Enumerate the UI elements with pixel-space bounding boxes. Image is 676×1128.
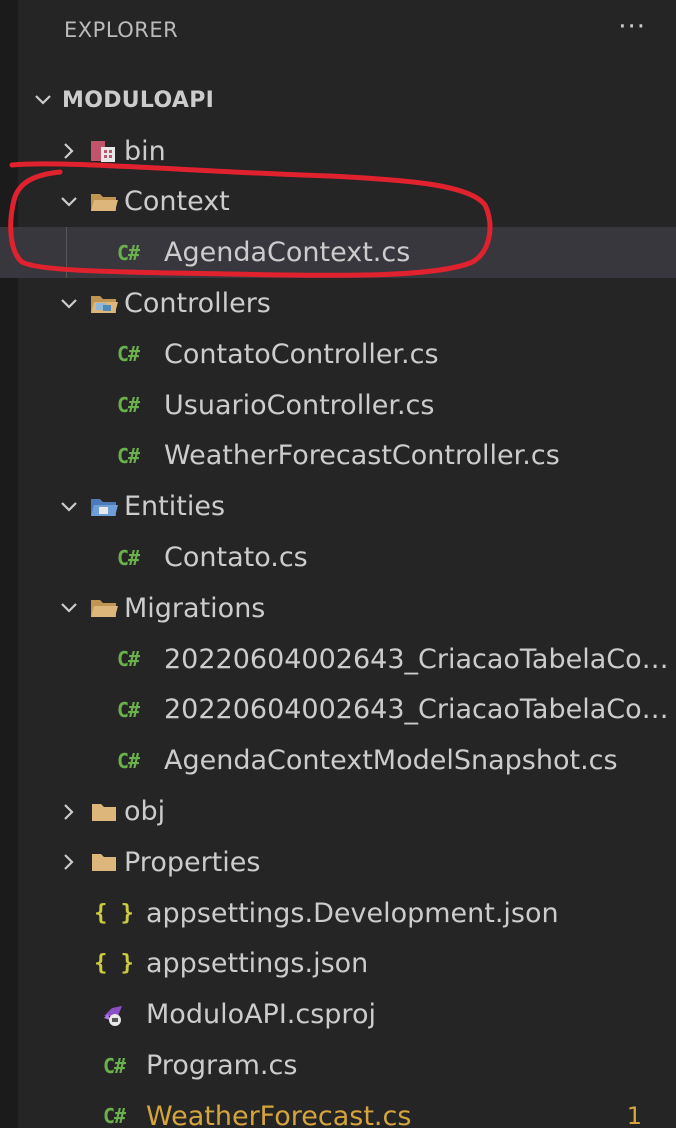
csharp-file-icon: C# (116, 393, 140, 418)
entities-folder-icon (84, 495, 124, 519)
bin-folder-icon (84, 138, 124, 164)
folder-label: Properties (124, 846, 261, 878)
file-label: 20220604002643_CriacaoTabelaCont... (164, 694, 676, 726)
file-label: WeatherForecastController.cs (164, 440, 560, 472)
root-folder-label: MODULOAPI (62, 87, 215, 113)
csharp-file-icon: C# (116, 443, 140, 468)
chevron-down-icon (54, 602, 84, 614)
folder-label: Context (124, 186, 230, 218)
file-program[interactable]: C# Program.cs (0, 1040, 676, 1091)
folder-open-icon (84, 190, 124, 214)
file-label: appsettings.Development.json (146, 897, 559, 929)
explorer-panel: EXPLORER ··· MODULOAPI bin Context C# Ag… (0, 0, 676, 1128)
csproj-file-icon (94, 1002, 134, 1028)
json-file-icon: { } (94, 951, 134, 977)
file-label: appsettings.json (146, 948, 369, 980)
file-label: AgendaContextModelSnapshot.cs (164, 745, 618, 777)
file-label: ContatoController.cs (164, 338, 439, 370)
file-label: AgendaContext.cs (164, 237, 411, 269)
folder-label: Entities (124, 491, 226, 523)
tree-root-moduloapi[interactable]: MODULOAPI (0, 75, 676, 126)
folder-bin[interactable]: bin (0, 126, 676, 177)
file-migration-1[interactable]: C# 20220604002643_CriacaoTabelaCont... (0, 634, 676, 685)
folder-entities[interactable]: Entities (0, 481, 676, 532)
chevron-down-icon (54, 196, 84, 208)
file-migration-2[interactable]: C# 20220604002643_CriacaoTabelaCont... (0, 685, 676, 736)
csharp-file-icon: C# (102, 1053, 126, 1078)
indent-guide (66, 227, 67, 279)
file-label: Program.cs (146, 1050, 298, 1082)
file-tree: MODULOAPI bin Context C# AgendaContext.c… (0, 75, 676, 1128)
controllers-folder-icon (84, 292, 124, 316)
file-contatocontroller[interactable]: C# ContatoController.cs (0, 329, 676, 380)
csharp-file-icon: C# (102, 1104, 126, 1128)
folder-controllers[interactable]: Controllers (0, 278, 676, 329)
file-weatherforecast[interactable]: C# WeatherForecast.cs 1 (0, 1091, 676, 1128)
folder-obj[interactable]: obj (0, 786, 676, 837)
file-usuariocontroller[interactable]: C# UsuarioController.cs (0, 380, 676, 431)
chevron-down-icon (54, 501, 84, 513)
file-label: 20220604002643_CriacaoTabelaCont... (164, 643, 676, 675)
folder-open-icon (84, 596, 124, 620)
folder-label: Controllers (124, 288, 271, 320)
chevron-right-icon (54, 803, 84, 821)
csharp-file-icon: C# (116, 647, 140, 672)
file-appsettings-development[interactable]: { } appsettings.Development.json (0, 888, 676, 939)
chevron-right-icon (54, 142, 84, 160)
csharp-file-icon: C# (116, 342, 140, 367)
file-label: Contato.cs (164, 542, 308, 574)
file-weatherforecastcontroller[interactable]: C# WeatherForecastController.cs (0, 431, 676, 482)
chevron-right-icon (54, 853, 84, 871)
file-agendacontextmodelsnapshot[interactable]: C# AgendaContextModelSnapshot.cs (0, 735, 676, 786)
file-label: ModuloAPI.csproj (146, 999, 376, 1031)
folder-label: obj (124, 796, 166, 828)
chevron-down-icon (28, 94, 58, 106)
file-appsettings[interactable]: { } appsettings.json (0, 939, 676, 990)
folder-properties[interactable]: Properties (0, 837, 676, 888)
problem-count-badge: 1 (626, 1102, 642, 1128)
folder-context[interactable]: Context (0, 177, 676, 228)
csharp-file-icon: C# (116, 240, 140, 265)
file-label: UsuarioController.cs (164, 389, 435, 421)
folder-label: bin (124, 135, 166, 167)
csharp-file-icon: C# (116, 545, 140, 570)
file-csproj[interactable]: ModuloAPI.csproj (0, 989, 676, 1040)
folder-migrations[interactable]: Migrations (0, 583, 676, 634)
folder-label: Migrations (124, 592, 266, 624)
folder-icon (84, 801, 124, 823)
file-label: WeatherForecast.cs (146, 1100, 412, 1128)
file-contato[interactable]: C# Contato.cs (0, 532, 676, 583)
chevron-down-icon (54, 298, 84, 310)
csharp-file-icon: C# (116, 697, 140, 722)
csharp-file-icon: C# (116, 748, 140, 773)
explorer-title: EXPLORER (64, 18, 179, 42)
file-agendacontext[interactable]: C# AgendaContext.cs (0, 227, 676, 279)
more-actions-button[interactable]: ··· (618, 12, 646, 42)
folder-icon (84, 851, 124, 873)
json-file-icon: { } (94, 900, 134, 926)
